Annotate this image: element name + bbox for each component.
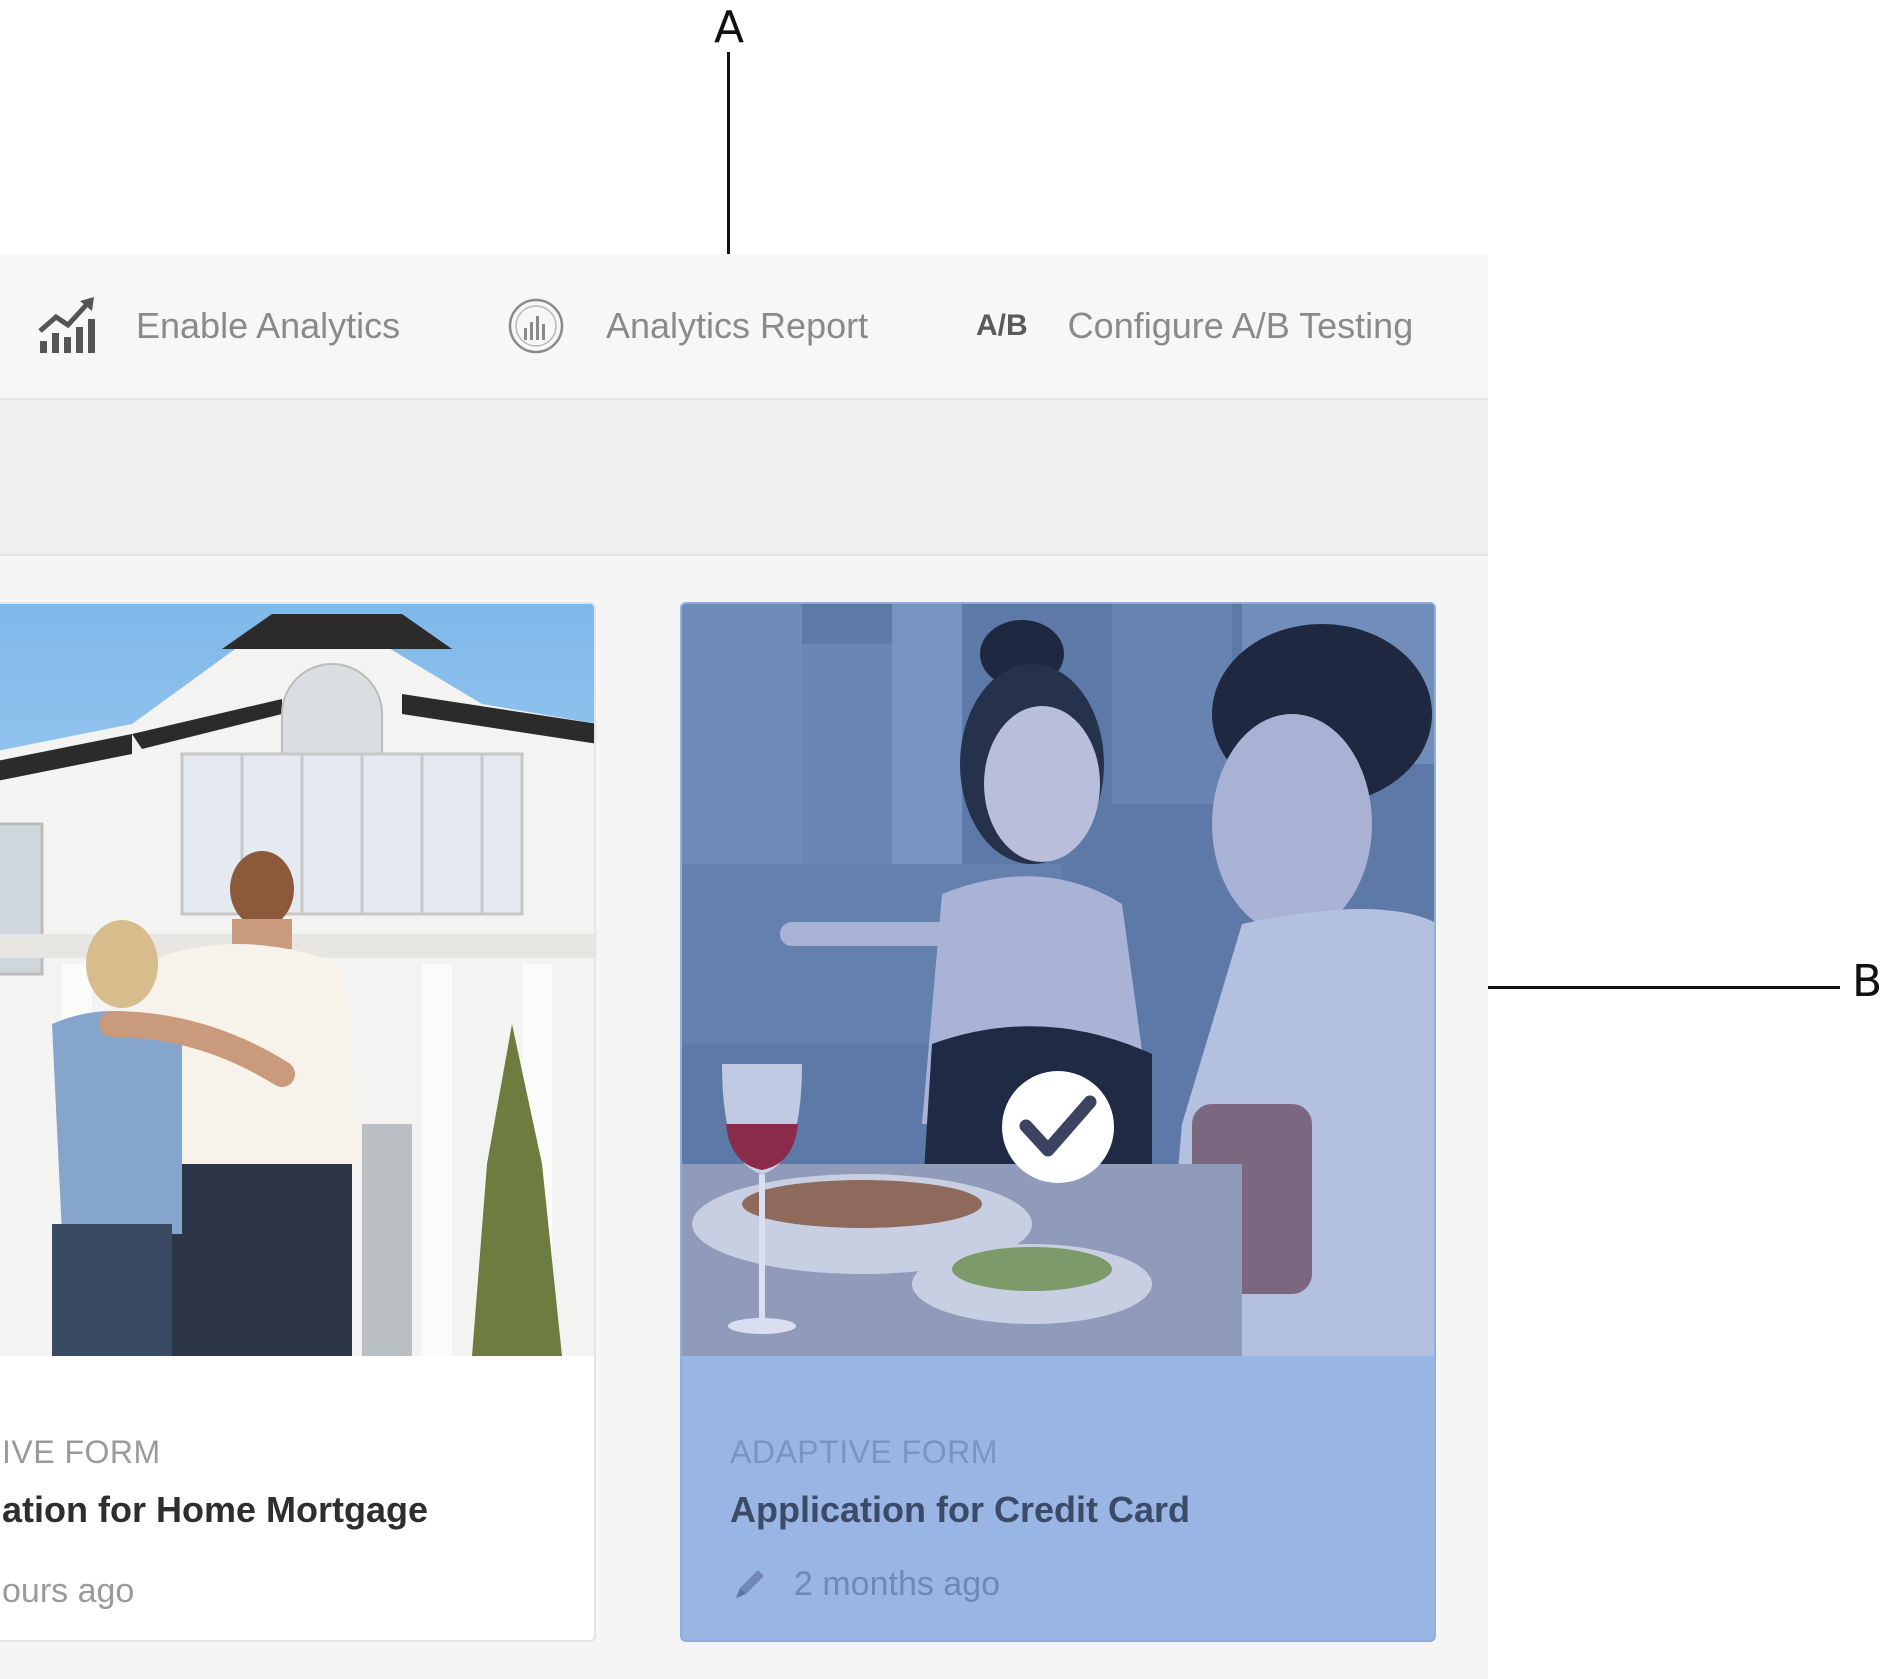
action-toolbar: Enable Analytics Analytics Report A/B Co… — [0, 254, 1488, 400]
card-meta: IVE FORM ation for Home Mortgage ours ag… — [0, 1356, 594, 1640]
card-modified-row: 2 months ago — [730, 1564, 1000, 1604]
card-title: Application for Credit Card — [730, 1489, 1191, 1530]
ab-testing-icon: A/B — [976, 309, 1028, 342]
configure-ab-testing-label: Configure A/B Testing — [1067, 305, 1414, 346]
callout-label-a: A — [714, 2, 745, 53]
card-title: ation for Home Mortgage — [2, 1489, 429, 1530]
chart-trend-icon — [36, 295, 98, 357]
form-card-credit-card[interactable]: ADAPTIVE FORM Application for Credit Car… — [680, 602, 1436, 1642]
analytics-report-label: Analytics Report — [606, 305, 869, 346]
card-type: IVE FORM — [2, 1434, 161, 1470]
callout-line-a — [727, 52, 730, 284]
card-thumbnail-house — [0, 604, 594, 1356]
analytics-report-icon — [506, 296, 566, 356]
analytics-report-button[interactable]: Analytics Report — [506, 254, 868, 398]
form-card-home-mortgage[interactable]: IVE FORM ation for Home Mortgage ours ag… — [0, 602, 596, 1642]
forms-manager-panel: Enable Analytics Analytics Report A/B Co… — [0, 254, 1488, 1679]
configure-ab-testing-button[interactable]: A/B Configure A/B Testing — [976, 254, 1413, 398]
card-modified-time: ours ago — [2, 1572, 135, 1610]
enable-analytics-label: Enable Analytics — [136, 305, 401, 346]
card-type: ADAPTIVE FORM — [730, 1434, 998, 1470]
card-modified-time: 2 months ago — [794, 1564, 1001, 1603]
enable-analytics-button[interactable]: Enable Analytics — [36, 254, 400, 398]
callout-label-b: B — [1852, 956, 1880, 1007]
filter-bar — [0, 400, 1488, 556]
card-thumbnail-dining — [682, 604, 1434, 1356]
card-meta: ADAPTIVE FORM Application for Credit Car… — [682, 1356, 1434, 1640]
selected-check-icon — [1002, 1071, 1114, 1183]
pencil-icon — [730, 1564, 770, 1604]
